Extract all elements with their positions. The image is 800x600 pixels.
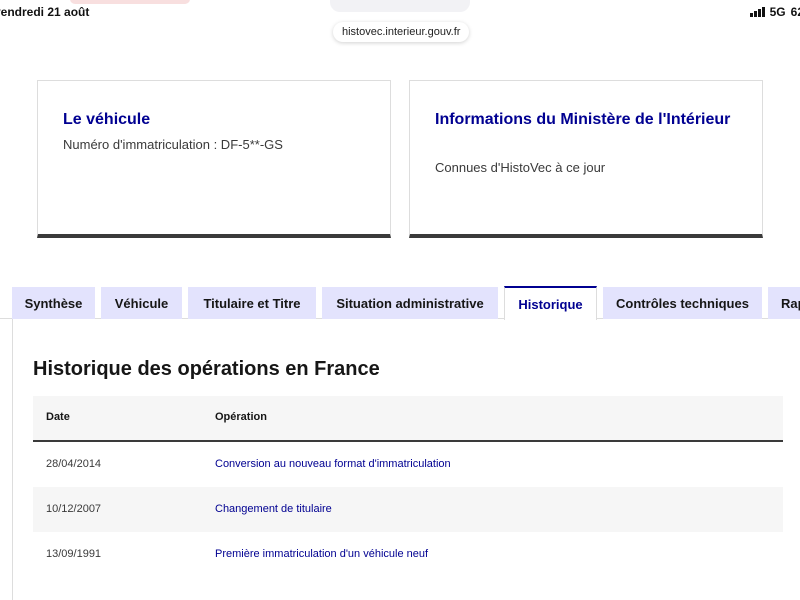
table-row: 28/04/2014 Conversion au nouveau format … [33, 442, 783, 487]
tab-historique[interactable]: Historique [504, 286, 597, 320]
table-row: 13/09/1991 Première immatriculation d'un… [33, 532, 783, 577]
row-date: 10/12/2007 [46, 503, 102, 515]
tab-rapport[interactable]: Rapport [768, 287, 800, 319]
network-label: 5G [769, 5, 786, 19]
tab-controles-techniques[interactable]: Contrôles techniques [603, 287, 762, 319]
tab-titulaire[interactable]: Titulaire et Titre [188, 287, 316, 319]
status-bar: vendredi 21 août 5G 62 [0, 0, 800, 22]
address-url: histovec.interieur.gouv.fr [342, 26, 461, 38]
row-operation-link[interactable]: Première immatriculation d'un véhicule n… [215, 548, 428, 560]
vehicle-card-subtitle: Numéro d'immatriculation : DF-5**-GS [63, 137, 283, 152]
table-header: Date Opération [33, 396, 783, 442]
battery-label: 62 [790, 5, 800, 19]
status-date: vendredi 21 août [0, 5, 90, 19]
ministry-card-title: Informations du Ministère de l'Intérieur [435, 111, 731, 128]
ministry-card: Informations du Ministère de l'Intérieur… [409, 80, 763, 238]
history-title: Historique des opérations en France [33, 358, 380, 380]
row-operation-link[interactable]: Conversion au nouveau format d'immatricu… [215, 458, 451, 470]
vehicle-card-title: Le véhicule [63, 111, 151, 128]
ministry-card-subtitle: Connues d'HistoVec à ce jour [435, 160, 606, 175]
row-operation-link[interactable]: Changement de titulaire [215, 503, 332, 515]
address-bar[interactable]: histovec.interieur.gouv.fr [333, 22, 470, 42]
page: vendredi 21 août 5G 62 histovec.interieu… [0, 0, 800, 600]
signal-icon [749, 7, 765, 17]
row-date: 28/04/2014 [46, 458, 102, 470]
column-header-operation: Opération [215, 411, 267, 423]
history-table: Date Opération 28/04/2014 Conversion au … [33, 396, 783, 577]
table-row: 10/12/2007 Changement de titulaire [33, 487, 783, 532]
status-indicators: 5G 62 [749, 5, 800, 19]
row-date: 13/09/1991 [46, 548, 102, 560]
column-header-date: Date [46, 411, 70, 423]
tab-vehicule[interactable]: Véhicule [101, 287, 182, 319]
vehicle-card: Le véhicule Numéro d'immatriculation : D… [37, 80, 391, 238]
tab-synthese[interactable]: Synthèse [12, 287, 95, 319]
tab-bar: Synthèse Véhicule Titulaire et Titre Sit… [0, 286, 800, 320]
tab-situation-administrative[interactable]: Situation administrative [322, 287, 498, 319]
